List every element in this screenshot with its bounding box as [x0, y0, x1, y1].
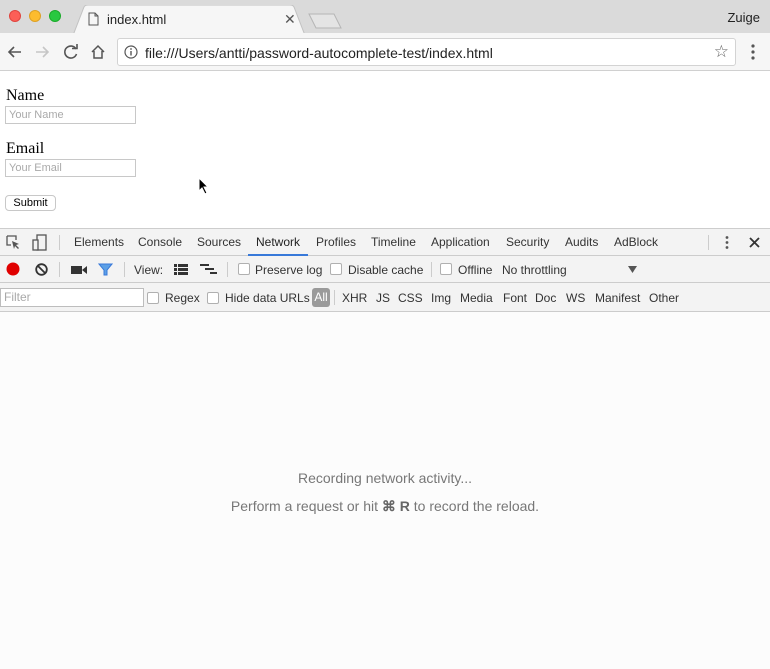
devtools-panel: Elements Console Sources Network Profile… [0, 228, 770, 669]
tab-console[interactable]: Console [138, 235, 182, 249]
devtools-close-icon[interactable] [749, 237, 760, 248]
address-bar[interactable]: file:///Users/antti/password-autocomplet… [117, 38, 736, 66]
throttling-select[interactable]: No throttling [502, 263, 567, 277]
tab-profiles[interactable]: Profiles [316, 235, 356, 249]
type-filter-css[interactable]: CSS [398, 291, 423, 305]
type-filter-other[interactable]: Other [649, 291, 679, 305]
home-icon[interactable] [88, 42, 108, 62]
window-maximize-button[interactable] [49, 10, 61, 22]
info-icon[interactable] [124, 45, 138, 59]
bookmark-star-icon[interactable]: ☆ [714, 42, 729, 62]
tab-audits[interactable]: Audits [565, 235, 598, 249]
hide-data-urls-checkbox[interactable] [207, 292, 219, 304]
browser-titlebar: index.html ✕ Zuige [0, 0, 770, 38]
separator [59, 262, 60, 277]
hint-prefix: Perform a request or hit [230, 498, 382, 514]
page-content: Name Your Name Email Your Email Submit [0, 71, 770, 228]
name-input[interactable]: Your Name [5, 106, 136, 124]
record-icon[interactable] [6, 262, 20, 276]
preserve-log-label: Preserve log [255, 263, 323, 277]
tab-close-icon[interactable]: ✕ [284, 11, 296, 28]
large-request-rows-icon[interactable] [174, 264, 188, 275]
forward-icon[interactable] [32, 42, 52, 62]
reload-icon[interactable] [61, 42, 81, 62]
disable-cache-label: Disable cache [348, 263, 424, 277]
file-icon [88, 12, 99, 26]
email-label: Email [6, 140, 45, 157]
type-filter-img[interactable]: Img [431, 291, 451, 305]
regex-checkbox[interactable] [147, 292, 159, 304]
separator [431, 262, 432, 277]
disable-cache-checkbox[interactable] [330, 263, 342, 275]
regex-label: Regex [165, 291, 200, 305]
filter-input[interactable]: Filter [0, 288, 144, 307]
view-label: View: [134, 263, 164, 277]
throttling-dropdown-arrow-icon[interactable] [628, 266, 637, 273]
network-toolbar: View: Preserve log Disable cache Offline… [0, 256, 770, 283]
url-text[interactable]: file:///Users/antti/password-autocomplet… [145, 45, 493, 61]
tab-adblock[interactable]: AdBlock [614, 235, 658, 249]
separator [227, 262, 228, 277]
device-toolbar-icon[interactable] [32, 234, 48, 251]
browser-toolbar: file:///Users/antti/password-autocomplet… [0, 33, 770, 71]
new-tab-button[interactable] [308, 13, 342, 29]
separator [334, 290, 335, 305]
offline-label: Offline [458, 263, 493, 277]
clear-icon[interactable] [35, 263, 48, 276]
hint-suffix: to record the reload. [409, 498, 540, 514]
tab-elements[interactable]: Elements [74, 235, 124, 249]
reload-shortcut: ⌘ R [381, 498, 410, 514]
submit-button[interactable]: Submit [5, 195, 56, 211]
type-filter-js[interactable]: JS [376, 291, 390, 305]
type-filter-manifest[interactable]: Manifest [595, 291, 640, 305]
network-filter-bar: Filter Regex Hide data URLs All XHR JS C… [0, 283, 770, 312]
window-minimize-button[interactable] [29, 10, 41, 22]
overview-waterfall-icon[interactable] [200, 264, 217, 275]
record-reload-hint: Perform a request or hit ⌘ R to record t… [0, 498, 770, 515]
hide-data-urls-label: Hide data URLs [225, 291, 310, 305]
window-close-button[interactable] [9, 10, 21, 22]
type-filter-ws[interactable]: WS [566, 291, 585, 305]
devtools-menu-icon[interactable] [722, 235, 732, 250]
type-filter-doc[interactable]: Doc [535, 291, 556, 305]
profile-name[interactable]: Zuige [727, 10, 760, 25]
screenshot-camera-icon[interactable] [71, 265, 87, 275]
tab-network[interactable]: Network [256, 235, 300, 249]
tab-sources[interactable]: Sources [197, 235, 241, 249]
tab-timeline[interactable]: Timeline [371, 235, 416, 249]
separator [124, 262, 125, 277]
browser-menu-icon[interactable] [748, 42, 758, 62]
inspect-element-icon[interactable] [6, 235, 21, 250]
offline-checkbox[interactable] [440, 263, 452, 275]
type-filter-all[interactable]: All [312, 288, 330, 307]
email-input[interactable]: Your Email [5, 159, 136, 177]
tab-security[interactable]: Security [506, 235, 549, 249]
preserve-log-checkbox[interactable] [238, 263, 250, 275]
type-filter-xhr[interactable]: XHR [342, 291, 367, 305]
devtools-tab-bar: Elements Console Sources Network Profile… [0, 229, 770, 256]
type-filter-font[interactable]: Font [503, 291, 527, 305]
mouse-cursor-icon [198, 177, 210, 195]
separator [708, 235, 709, 250]
filter-icon[interactable] [98, 263, 113, 276]
separator [59, 235, 60, 250]
type-filter-media[interactable]: Media [460, 291, 493, 305]
name-label: Name [6, 87, 45, 104]
tab-title: index.html [107, 12, 167, 27]
recording-status: Recording network activity... [297, 470, 473, 486]
tab-application[interactable]: Application [431, 235, 490, 249]
back-icon[interactable] [5, 42, 25, 62]
